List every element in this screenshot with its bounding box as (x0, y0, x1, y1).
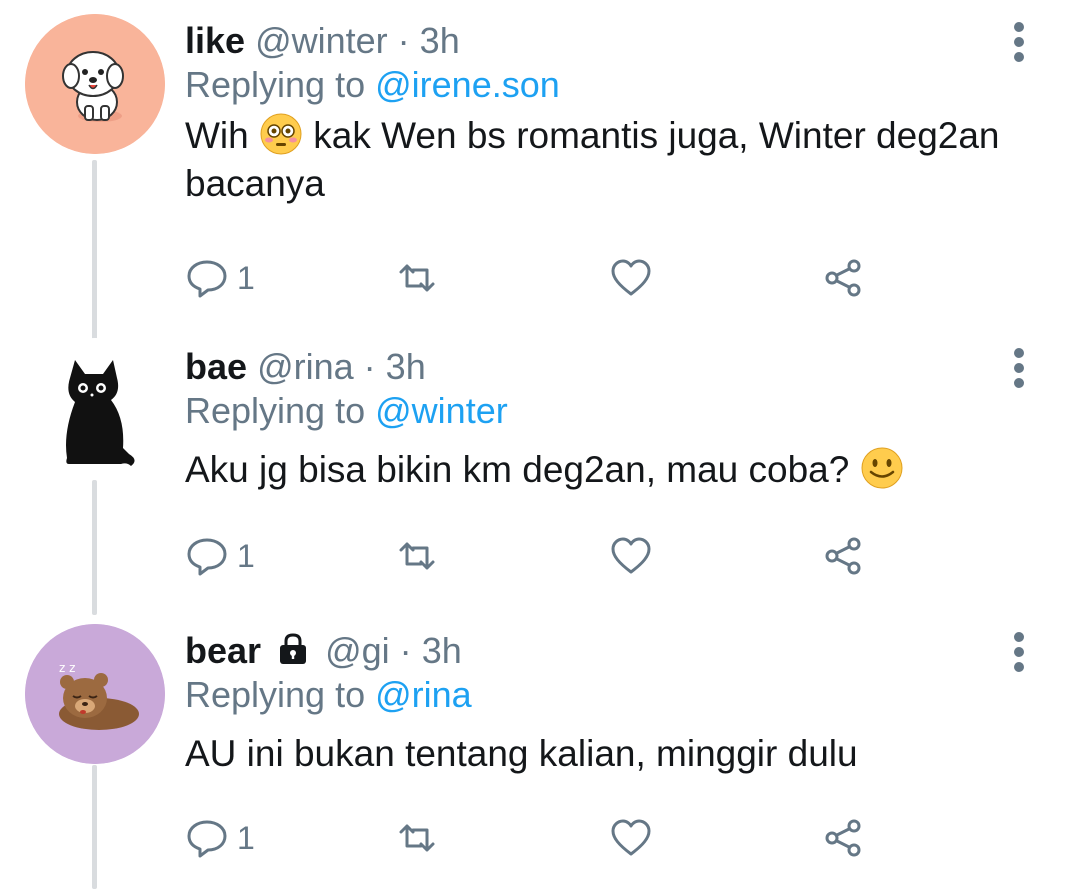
tweet-text: AU ini bukan tentang kalian, minggir dul… (185, 730, 1040, 778)
heart-icon (611, 537, 651, 574)
reply-icon (187, 260, 227, 298)
tweet-text: Wih kak Wen bs romantis juga, Winter deg… (185, 112, 1040, 208)
avatar[interactable] (25, 338, 165, 478)
timestamp[interactable]: 3h (422, 630, 462, 671)
tweet-text-part: Aku jg bisa bikin km deg2an, mau coba? (185, 449, 850, 490)
user-handle[interactable]: @rina (257, 346, 354, 387)
tweet-text-part: AU ini bukan tentang kalian, minggir dul… (185, 733, 858, 774)
replying-prefix: Replying to (185, 64, 366, 105)
reply-count: 1 (237, 259, 255, 296)
avatar[interactable] (25, 14, 165, 154)
user-handle[interactable]: @gi (325, 630, 390, 671)
replying-to: Replying to @rina (185, 672, 1040, 718)
replying-to: Replying to @irene.son (185, 62, 1040, 108)
retweet-button[interactable] (395, 816, 439, 860)
more-vertical-icon[interactable] (1013, 632, 1025, 672)
white-dog-avatar (25, 14, 165, 154)
like-button[interactable] (609, 534, 653, 578)
retweet-icon (399, 542, 435, 570)
tweet-text-part: Wih (185, 115, 249, 156)
tweet-header: like @winter · 3h (185, 20, 1040, 62)
user-handle[interactable]: @winter (255, 20, 388, 61)
smiling-face-icon (861, 447, 903, 489)
sleeping-bear-avatar: z z (25, 624, 165, 764)
like-button[interactable] (609, 256, 653, 300)
timestamp[interactable]: 3h (386, 346, 426, 387)
display-name[interactable]: bae (185, 346, 247, 387)
heart-icon (611, 259, 651, 296)
separator-dot: · (363, 346, 376, 387)
avatar[interactable]: z z (25, 624, 165, 764)
tweet-text: Aku jg bisa bikin km deg2an, mau coba? (185, 446, 1040, 494)
retweet-button[interactable] (395, 534, 439, 578)
share-button[interactable] (821, 256, 865, 300)
action-bar: 1 (185, 256, 875, 300)
reply-button[interactable]: 1 (185, 256, 255, 300)
timestamp[interactable]: 3h (420, 20, 460, 61)
action-bar: 1 (185, 816, 875, 860)
share-button[interactable] (821, 816, 865, 860)
tweet[interactable]: z z bear @gi · 3h Replying to @rina AU i… (0, 612, 1080, 889)
svg-text:z z: z z (59, 661, 75, 675)
tweet-header: bae @rina · 3h (185, 346, 1040, 388)
share-icon (825, 259, 861, 297)
retweet-icon (399, 824, 435, 852)
separator-dot: · (399, 630, 412, 671)
share-button[interactable] (821, 534, 865, 578)
lock-icon (280, 633, 307, 664)
replying-to: Replying to @winter (185, 388, 1040, 434)
action-bar: 1 (185, 534, 875, 578)
display-name[interactable]: like (185, 20, 245, 61)
tweet[interactable]: bae @rina · 3h Replying to @winter Aku j… (0, 330, 1080, 610)
tweet-header: bear @gi · 3h (185, 630, 1040, 672)
heart-icon (611, 819, 651, 856)
separator-dot: · (397, 20, 410, 61)
black-cat-avatar (25, 338, 165, 478)
tweet-text-part: kak Wen bs romantis juga, Winter deg2an … (185, 115, 1000, 204)
retweet-button[interactable] (395, 256, 439, 300)
reply-button[interactable]: 1 (185, 534, 255, 578)
tweet[interactable]: like @winter · 3h Replying to @irene.son… (0, 0, 1080, 330)
reply-icon (187, 820, 227, 858)
mention-link[interactable]: @winter (375, 390, 508, 431)
share-icon (825, 819, 861, 857)
like-button[interactable] (609, 816, 653, 860)
reply-count: 1 (237, 537, 255, 574)
reply-count: 1 (237, 819, 255, 856)
flushed-face-icon (260, 113, 302, 155)
display-name[interactable]: bear (185, 630, 261, 671)
reply-button[interactable]: 1 (185, 816, 255, 860)
more-vertical-icon[interactable] (1013, 348, 1025, 388)
replying-prefix: Replying to (185, 674, 366, 715)
more-vertical-icon[interactable] (1013, 22, 1025, 62)
mention-link[interactable]: @irene.son (375, 64, 560, 105)
mention-link[interactable]: @rina (375, 674, 472, 715)
replying-prefix: Replying to (185, 390, 366, 431)
retweet-icon (399, 264, 435, 292)
reply-icon (187, 538, 227, 576)
share-icon (825, 537, 861, 575)
